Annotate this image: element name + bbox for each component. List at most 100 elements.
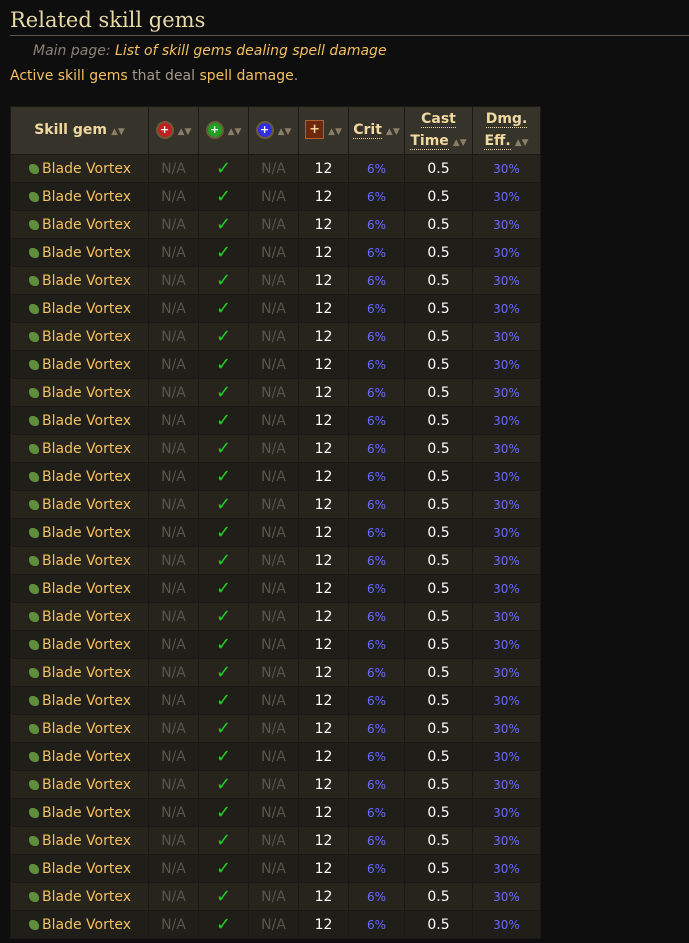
crit-cell: 6%	[348, 574, 405, 603]
skill-gem-cell: Blade Vortex	[10, 350, 149, 379]
intelligence-cell: N/A	[248, 854, 299, 883]
skill-gem-link[interactable]: Blade Vortex	[42, 665, 131, 681]
skill-gem-link[interactable]: Blade Vortex	[42, 161, 131, 177]
skill-gem-link[interactable]: Blade Vortex	[42, 805, 131, 821]
intelligence-cell: N/A	[248, 294, 299, 323]
sort-icon: ▲▼	[177, 126, 192, 137]
checkmark-icon: ✓	[198, 378, 249, 407]
section-heading: Related skill gems	[10, 0, 689, 36]
skill-gem-link[interactable]: Blade Vortex	[42, 217, 131, 233]
skill-gem-link[interactable]: Blade Vortex	[42, 245, 131, 261]
strength-cell: N/A	[148, 378, 199, 407]
skill-gem-link[interactable]: Blade Vortex	[42, 525, 131, 541]
skill-gem-link[interactable]: Blade Vortex	[42, 329, 131, 345]
skill-gem-link[interactable]: Blade Vortex	[42, 413, 131, 429]
damage-effectiveness-cell: 30%	[472, 854, 541, 883]
col-dexterity[interactable]: + ▲▼	[198, 106, 249, 155]
skill-gem-link[interactable]: Blade Vortex	[42, 385, 131, 401]
intelligence-cell: N/A	[248, 658, 299, 687]
col-intelligence[interactable]: + ▲▼	[248, 106, 299, 155]
main-page-link[interactable]: List of skill gems dealing spell damage	[115, 43, 387, 59]
skill-gem-link[interactable]: Blade Vortex	[42, 553, 131, 569]
gem-icon	[29, 191, 39, 202]
table-row: Blade Vortex N/A ✓ N/A 12 6% 0.5 30%	[10, 854, 541, 883]
col-damage-effectiveness[interactable]: Dmg. Eff. ▲▼	[472, 106, 541, 155]
damage-effectiveness-cell: 30%	[472, 238, 541, 267]
skill-gem-link[interactable]: Blade Vortex	[42, 777, 131, 793]
table-row: Blade Vortex N/A ✓ N/A 12 6% 0.5 30%	[10, 210, 541, 239]
crit-cell: 6%	[348, 238, 405, 267]
level-cell: 12	[298, 714, 349, 743]
level-cell: 12	[298, 490, 349, 519]
gem-icon	[29, 583, 39, 594]
gem-icon	[29, 835, 39, 846]
col-label: Time	[410, 132, 449, 150]
gem-icon	[29, 163, 39, 174]
skill-gem-link[interactable]: Blade Vortex	[42, 357, 131, 373]
spell-damage-link[interactable]: spell damage	[199, 68, 293, 84]
checkmark-icon: ✓	[198, 266, 249, 295]
skill-gem-link[interactable]: Blade Vortex	[42, 721, 131, 737]
skill-gem-link[interactable]: Blade Vortex	[42, 749, 131, 765]
skill-gem-cell: Blade Vortex	[10, 574, 149, 603]
strength-cell: N/A	[148, 854, 199, 883]
skill-gem-link[interactable]: Blade Vortex	[42, 441, 131, 457]
checkmark-icon: ✓	[198, 714, 249, 743]
checkmark-icon: ✓	[198, 770, 249, 799]
crit-cell: 6%	[348, 658, 405, 687]
skill-gem-link[interactable]: Blade Vortex	[42, 609, 131, 625]
damage-effectiveness-cell: 30%	[472, 518, 541, 547]
checkmark-icon: ✓	[198, 910, 249, 939]
crit-cell: 6%	[348, 854, 405, 883]
skill-gem-link[interactable]: Blade Vortex	[42, 861, 131, 877]
cast-time-cell: 0.5	[404, 154, 473, 183]
skill-gem-link[interactable]: Blade Vortex	[42, 693, 131, 709]
cast-time-cell: 0.5	[404, 434, 473, 463]
gem-icon	[29, 275, 39, 286]
table-row: Blade Vortex N/A ✓ N/A 12 6% 0.5 30%	[10, 770, 541, 799]
col-level[interactable]: + ▲▼	[298, 106, 349, 155]
strength-cell: N/A	[148, 210, 199, 239]
strength-cell: N/A	[148, 686, 199, 715]
damage-effectiveness-cell: 30%	[472, 490, 541, 519]
skill-gem-link[interactable]: Blade Vortex	[42, 301, 131, 317]
skill-gem-link[interactable]: Blade Vortex	[42, 833, 131, 849]
skill-gem-link[interactable]: Blade Vortex	[42, 273, 131, 289]
damage-effectiveness-cell: 30%	[472, 630, 541, 659]
col-strength[interactable]: + ▲▼	[148, 106, 199, 155]
skill-gem-link[interactable]: Blade Vortex	[42, 189, 131, 205]
sort-icon: ▲▼	[328, 126, 342, 137]
damage-effectiveness-cell: 30%	[472, 322, 541, 351]
skill-gem-link[interactable]: Blade Vortex	[42, 889, 131, 905]
level-cell: 12	[298, 518, 349, 547]
level-cell: 12	[298, 238, 349, 267]
level-cell: 12	[298, 406, 349, 435]
cast-time-cell: 0.5	[404, 770, 473, 799]
gem-icon	[29, 303, 39, 314]
col-cast-time[interactable]: Cast Time ▲▼	[404, 106, 473, 155]
level-icon: +	[305, 120, 325, 139]
col-skill-gem[interactable]: Skill gem ▲▼	[10, 106, 149, 155]
table-row: Blade Vortex N/A ✓ N/A 12 6% 0.5 30%	[10, 238, 541, 267]
skill-gem-link[interactable]: Blade Vortex	[42, 497, 131, 513]
table-row: Blade Vortex N/A ✓ N/A 12 6% 0.5 30%	[10, 546, 541, 575]
cast-time-cell: 0.5	[404, 210, 473, 239]
table-row: Blade Vortex N/A ✓ N/A 12 6% 0.5 30%	[10, 826, 541, 855]
table-row: Blade Vortex N/A ✓ N/A 12 6% 0.5 30%	[10, 742, 541, 771]
skill-gem-link[interactable]: Blade Vortex	[42, 469, 131, 485]
crit-cell: 6%	[348, 266, 405, 295]
crit-cell: 6%	[348, 742, 405, 771]
skill-gem-link[interactable]: Blade Vortex	[42, 581, 131, 597]
skill-gem-link[interactable]: Blade Vortex	[42, 917, 131, 933]
col-crit[interactable]: Crit ▲▼	[348, 106, 405, 155]
crit-cell: 6%	[348, 826, 405, 855]
cast-time-cell: 0.5	[404, 742, 473, 771]
sort-icon: ▲▼	[277, 126, 292, 137]
gem-icon	[29, 471, 39, 482]
level-cell: 12	[298, 602, 349, 631]
col-label: Cast	[421, 110, 456, 128]
skill-gem-cell: Blade Vortex	[10, 658, 149, 687]
crit-cell: 6%	[348, 630, 405, 659]
skill-gem-link[interactable]: Blade Vortex	[42, 637, 131, 653]
active-skill-gems-link[interactable]: Active skill gems	[10, 68, 128, 84]
